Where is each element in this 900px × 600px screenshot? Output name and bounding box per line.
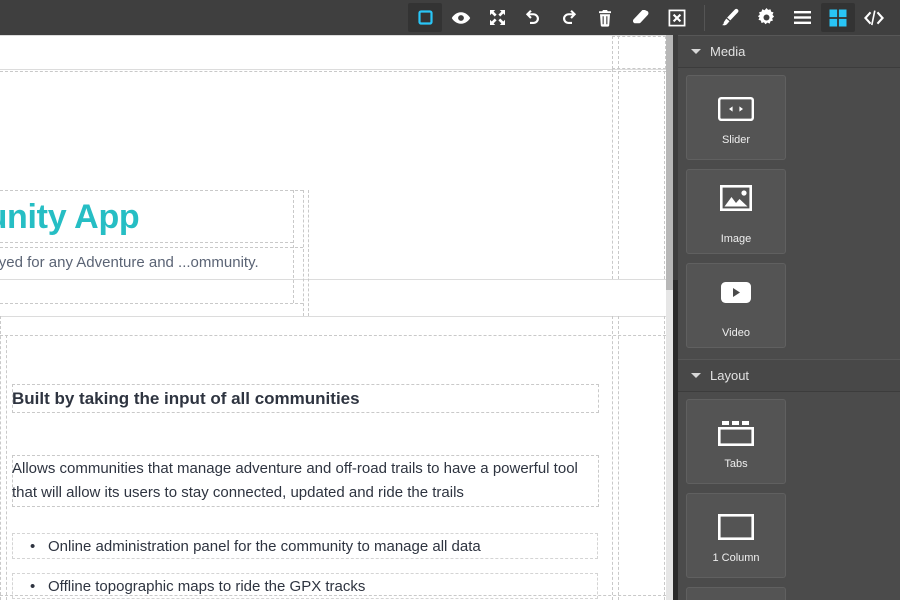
editor-canvas-viewport[interactable]: Community App ...apter and deployed for …	[0, 35, 672, 600]
style-manager-tool[interactable]	[713, 3, 747, 32]
list-item[interactable]: Online administration panel for the comm…	[12, 533, 598, 560]
tile-label: Video	[722, 327, 750, 339]
text-block-guide	[0, 242, 293, 243]
delete-tool[interactable]	[588, 3, 622, 32]
empty-cell-guide[interactable]	[612, 36, 666, 69]
column-guide	[618, 36, 619, 279]
tile-label: 1 Column	[712, 552, 760, 564]
block-video[interactable]: Video	[686, 263, 786, 348]
text-block-guide	[0, 303, 303, 304]
panel-scrollbar[interactable]	[673, 35, 678, 600]
page-subtitle[interactable]: ...apter and deployed for any Adventure …	[0, 251, 294, 275]
block-tabs[interactable]: Tabs	[686, 399, 786, 484]
content-heading[interactable]: Built by taking the input of all communi…	[12, 386, 598, 412]
row-guide	[0, 335, 666, 336]
video-play-icon	[721, 271, 751, 313]
canvas-scrollbar-thumb[interactable]	[666, 35, 673, 290]
section-divider	[0, 35, 666, 36]
block-2-columns[interactable]: 2 Columns	[686, 587, 786, 600]
tile-label: Image	[720, 233, 752, 245]
media-block-tiles: Slider Image Video	[673, 68, 900, 348]
block-slider[interactable]: Slider	[686, 75, 786, 160]
code-view-tool[interactable]	[857, 3, 891, 32]
text-block-guide	[0, 190, 303, 191]
canvas-scrollbar[interactable]	[666, 35, 673, 600]
block-image[interactable]: Image	[686, 169, 786, 254]
settings-tool[interactable]	[749, 3, 783, 32]
move-tool[interactable]	[480, 3, 514, 32]
chevron-down-icon	[691, 373, 701, 378]
row-guide	[0, 71, 666, 72]
tile-label: Slider	[721, 134, 751, 146]
layout-block-tiles: Tabs 1 Column 2 Columns 3 Columns	[673, 392, 900, 600]
chevron-down-icon	[691, 49, 701, 54]
column-guide	[612, 316, 613, 600]
panel-section-header-media[interactable]: Media	[673, 35, 900, 68]
section-divider	[0, 69, 666, 70]
section-divider	[0, 316, 666, 317]
toolbar-right-group	[712, 0, 892, 35]
blocks-panel: Media Slider Image Video Layout Tabs 1 C…	[673, 35, 900, 600]
list-item[interactable]: Offline topographic maps to ride the GPX…	[12, 573, 598, 600]
toolbar-left-group	[407, 0, 695, 35]
clear-selection-tool[interactable]	[660, 3, 694, 32]
page-canvas[interactable]: Community App ...apter and deployed for …	[0, 35, 666, 600]
column-guide	[612, 69, 613, 279]
select-block-tool[interactable]	[408, 3, 442, 32]
blocks-tool[interactable]	[821, 3, 855, 32]
section-divider	[0, 279, 666, 280]
content-paragraph[interactable]: Allows communities that manage adventure…	[12, 457, 598, 505]
panel-scrollbar-thumb[interactable]	[673, 280, 678, 600]
preview-tool[interactable]	[444, 3, 478, 32]
panel-section-title: Layout	[710, 368, 750, 383]
image-icon	[720, 177, 752, 219]
column-guide	[303, 190, 304, 316]
toolbar-separator	[704, 4, 705, 31]
panel-section-header-layout[interactable]: Layout	[673, 359, 900, 392]
column-guide	[618, 316, 619, 600]
canvas-edge-guide	[664, 71, 665, 279]
redo-tool[interactable]	[552, 3, 586, 32]
layer-manager-tool[interactable]	[785, 3, 819, 32]
canvas-edge-guide	[664, 316, 665, 600]
feature-list[interactable]: Online administration panel for the comm…	[12, 533, 598, 600]
undo-tool[interactable]	[516, 3, 550, 32]
tile-label: Tabs	[724, 458, 748, 470]
text-block-guide	[0, 247, 303, 248]
slider-icon	[718, 88, 754, 130]
page-title[interactable]: Community App	[0, 198, 294, 237]
web-page-builder: Community App ...apter and deployed for …	[0, 0, 900, 600]
block-1-column[interactable]: 1 Column	[686, 493, 786, 578]
clear-tool[interactable]	[624, 3, 658, 32]
panel-section-title: Media	[710, 44, 746, 59]
section-edge-guide	[0, 316, 1, 600]
container-guide	[6, 335, 7, 600]
one-column-icon	[718, 506, 754, 548]
tabs-icon	[718, 412, 754, 454]
column-guide	[308, 190, 309, 316]
editor-toolbar	[0, 0, 900, 35]
